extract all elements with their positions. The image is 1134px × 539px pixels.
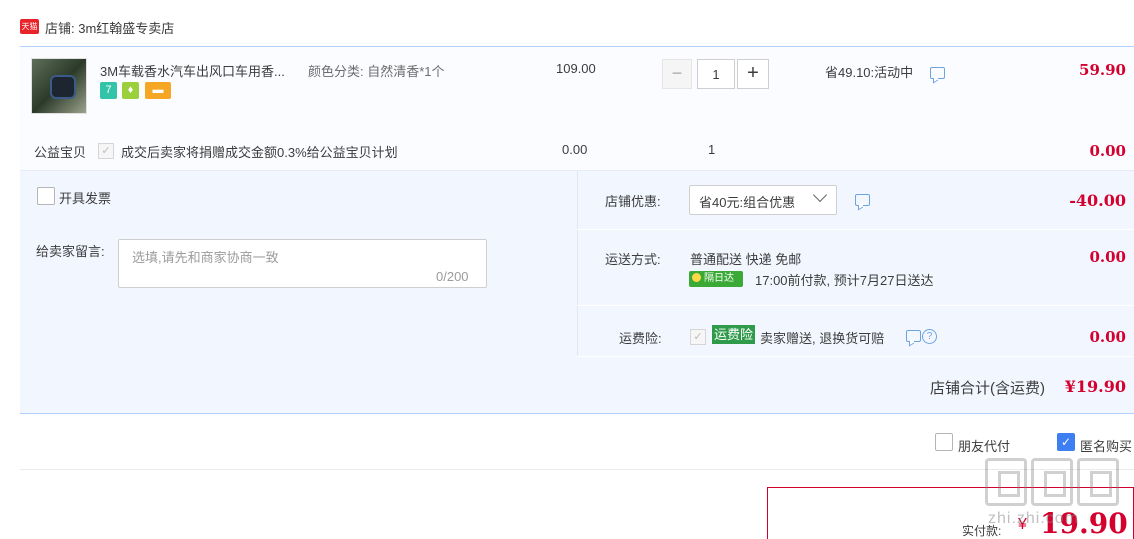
friend-pay-checkbox[interactable] [935, 433, 953, 451]
charity-subtotal: 0.00 [1089, 142, 1126, 160]
shipping-insurance-label: 运费险: [619, 331, 662, 346]
shop-name[interactable]: 店铺: 3m红翰盛专卖店 [45, 18, 174, 37]
lightning-icon [692, 273, 701, 282]
watermark-glyph [1077, 458, 1119, 506]
watermark-url: zhi.zhi.com [988, 510, 1080, 527]
charity-quantity: 1 [708, 142, 716, 157]
invoice-label[interactable]: 开具发票 [59, 188, 111, 207]
divider [577, 229, 1134, 230]
anonymous-purchase-label[interactable]: 匿名购买 [1080, 436, 1132, 455]
shop-discount-label: 店铺优惠: [605, 194, 661, 209]
next-day-delivery-text: 隔日达 [704, 273, 734, 284]
divider [577, 305, 1134, 306]
shop-total-value: ¥19.90 [1064, 377, 1126, 396]
shipping-method-label: 运送方式: [605, 252, 661, 267]
charity-price: 0.00 [562, 142, 588, 157]
quantity-increase-button[interactable]: + [737, 59, 769, 89]
product-image-device [50, 75, 76, 99]
shipping-insurance-description: 卖家赠送, 退换货可赔 [760, 331, 885, 346]
charity-label: 公益宝贝 [34, 145, 87, 160]
shipping-price: 0.00 [1089, 248, 1126, 266]
watermark-glyph [1031, 458, 1073, 506]
divider [577, 356, 1134, 357]
chat-icon[interactable] [930, 67, 945, 79]
next-day-delivery-badge: 隔日达 [689, 271, 743, 287]
genuine-guarantee-icon[interactable]: ♦ [122, 82, 139, 99]
charity-checkbox[interactable]: ✓ [98, 143, 114, 159]
divider [20, 469, 1134, 470]
watermark-logo [985, 458, 1120, 508]
quantity-input[interactable] [697, 59, 735, 89]
shipping-insurance-tag: 运费险 [712, 325, 756, 344]
product-attribute: 颜色分类: 自然清香*1个 [308, 64, 445, 79]
charity-description: 成交后卖家将捐赠成交金额0.3%给公益宝贝计划 [121, 145, 398, 160]
chat-icon[interactable] [906, 330, 921, 342]
help-icon[interactable]: ? [922, 329, 937, 344]
product-title[interactable]: 3M车载香水汽车出风口车用香... [100, 61, 285, 80]
shipping-method: 普通配送 快递 免邮 [690, 252, 802, 267]
shipping-insurance-price: 0.00 [1089, 328, 1126, 346]
anonymous-purchase-checkbox[interactable]: ✓ [1057, 433, 1075, 451]
shop-total-label: 店铺合计(含运费) [930, 380, 1045, 397]
seven-day-return-icon[interactable]: 7 [100, 82, 117, 99]
quantity-decrease-button[interactable]: − [662, 59, 692, 89]
seller-message-char-count: 0/200 [436, 269, 469, 284]
shop-discount-selected-value: 省40元:组合优惠 [699, 195, 796, 210]
promotion-status: 省49.10:活动中 [825, 65, 914, 80]
unit-price: 109.00 [556, 61, 596, 76]
tmall-logo: 天猫 [20, 19, 39, 34]
credit-card-icon[interactable]: ▬ [145, 82, 171, 99]
chat-icon[interactable] [855, 194, 870, 206]
item-subtotal: 59.90 [1079, 61, 1126, 79]
shipping-insurance-checkbox[interactable]: ✓ [690, 329, 706, 345]
shop-discount-amount: -40.00 [1069, 191, 1126, 210]
delivery-eta: 17:00前付款, 预计7月27日送达 [755, 273, 934, 288]
seller-message-placeholder: 选填,请先和商家协商一致 [132, 250, 279, 265]
friend-pay-label[interactable]: 朋友代付 [958, 436, 1010, 455]
invoice-checkbox[interactable] [37, 187, 55, 205]
watermark-glyph [985, 458, 1027, 506]
seller-message-label: 给卖家留言: [36, 244, 105, 259]
